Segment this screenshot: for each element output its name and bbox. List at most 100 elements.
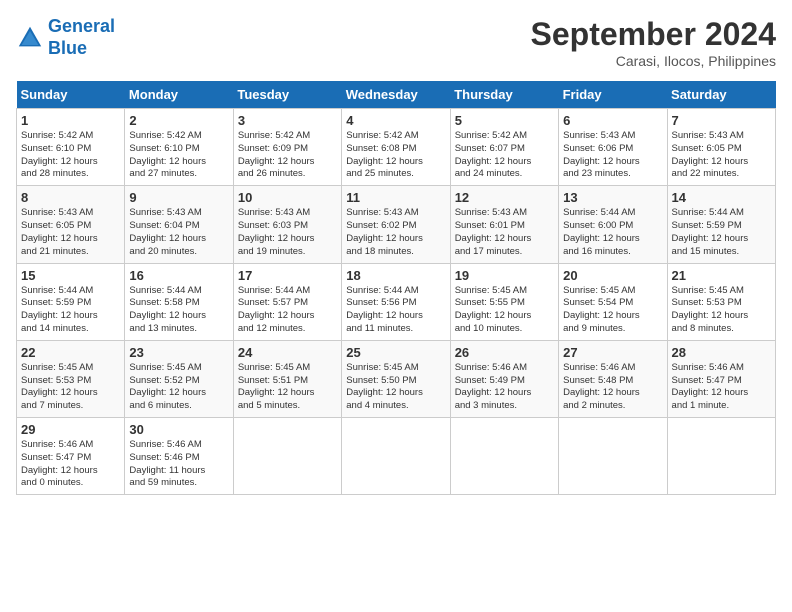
day-info: Sunrise: 5:42 AMSunset: 6:09 PMDaylight:… xyxy=(238,130,337,181)
header-monday: Monday xyxy=(125,81,233,109)
day-info: Sunrise: 5:46 AMSunset: 5:46 PMDaylight:… xyxy=(129,439,228,490)
day-info: Sunrise: 5:43 AMSunset: 6:02 PMDaylight:… xyxy=(346,207,445,258)
day-info: Sunrise: 5:45 AMSunset: 5:53 PMDaylight:… xyxy=(21,362,120,413)
day-info: Sunrise: 5:46 AMSunset: 5:47 PMDaylight:… xyxy=(672,362,771,413)
calendar-week-row: 1 Sunrise: 5:42 AMSunset: 6:10 PMDaylight… xyxy=(17,109,776,186)
location-subtitle: Carasi, Ilocos, Philippines xyxy=(531,53,776,69)
calendar-week-row: 8 Sunrise: 5:43 AMSunset: 6:05 PMDaylight… xyxy=(17,186,776,263)
header-saturday: Saturday xyxy=(667,81,775,109)
day-number: 19 xyxy=(455,268,554,283)
header-tuesday: Tuesday xyxy=(233,81,341,109)
day-number: 30 xyxy=(129,422,228,437)
day-info: Sunrise: 5:45 AMSunset: 5:53 PMDaylight:… xyxy=(672,285,771,336)
day-number: 12 xyxy=(455,190,554,205)
day-info: Sunrise: 5:43 AMSunset: 6:06 PMDaylight:… xyxy=(563,130,662,181)
month-title: September 2024 xyxy=(531,16,776,53)
day-number: 25 xyxy=(346,345,445,360)
day-info: Sunrise: 5:43 AMSunset: 6:05 PMDaylight:… xyxy=(21,207,120,258)
day-number: 4 xyxy=(346,113,445,128)
day-info: Sunrise: 5:43 AMSunset: 6:05 PMDaylight:… xyxy=(672,130,771,181)
day-info: Sunrise: 5:45 AMSunset: 5:50 PMDaylight:… xyxy=(346,362,445,413)
table-row: 22 Sunrise: 5:45 AMSunset: 5:53 PMDayligh… xyxy=(17,340,125,417)
calendar-week-row: 22 Sunrise: 5:45 AMSunset: 5:53 PMDayligh… xyxy=(17,340,776,417)
calendar-body: 1 Sunrise: 5:42 AMSunset: 6:10 PMDaylight… xyxy=(17,109,776,495)
table-row: 19 Sunrise: 5:45 AMSunset: 5:55 PMDayligh… xyxy=(450,263,558,340)
table-row xyxy=(450,418,558,495)
logo-line1: General xyxy=(48,16,115,36)
logo-icon xyxy=(16,24,44,52)
day-number: 22 xyxy=(21,345,120,360)
weekday-header-row: Sunday Monday Tuesday Wednesday Thursday… xyxy=(17,81,776,109)
day-info: Sunrise: 5:45 AMSunset: 5:55 PMDaylight:… xyxy=(455,285,554,336)
day-info: Sunrise: 5:44 AMSunset: 5:56 PMDaylight:… xyxy=(346,285,445,336)
day-info: Sunrise: 5:44 AMSunset: 5:59 PMDaylight:… xyxy=(21,285,120,336)
day-info: Sunrise: 5:45 AMSunset: 5:54 PMDaylight:… xyxy=(563,285,662,336)
day-number: 5 xyxy=(455,113,554,128)
calendar-table: Sunday Monday Tuesday Wednesday Thursday… xyxy=(16,81,776,495)
day-number: 16 xyxy=(129,268,228,283)
day-number: 27 xyxy=(563,345,662,360)
table-row: 30 Sunrise: 5:46 AMSunset: 5:46 PMDayligh… xyxy=(125,418,233,495)
day-number: 28 xyxy=(672,345,771,360)
day-number: 20 xyxy=(563,268,662,283)
page-header: General Blue September 2024 Carasi, Iloc… xyxy=(16,16,776,69)
table-row: 21 Sunrise: 5:45 AMSunset: 5:53 PMDayligh… xyxy=(667,263,775,340)
day-number: 11 xyxy=(346,190,445,205)
table-row: 12Sunrise: 5:43 AMSunset: 6:01 PMDayligh… xyxy=(450,186,558,263)
table-row: 3 Sunrise: 5:42 AMSunset: 6:09 PMDaylight… xyxy=(233,109,341,186)
day-number: 6 xyxy=(563,113,662,128)
day-info: Sunrise: 5:42 AMSunset: 6:07 PMDaylight:… xyxy=(455,130,554,181)
day-number: 21 xyxy=(672,268,771,283)
day-info: Sunrise: 5:44 AMSunset: 5:59 PMDaylight:… xyxy=(672,207,771,258)
day-info: Sunrise: 5:46 AMSunset: 5:49 PMDaylight:… xyxy=(455,362,554,413)
calendar-week-row: 15 Sunrise: 5:44 AMSunset: 5:59 PMDayligh… xyxy=(17,263,776,340)
day-info: Sunrise: 5:43 AMSunset: 6:03 PMDaylight:… xyxy=(238,207,337,258)
logo-line2: Blue xyxy=(48,38,87,58)
day-number: 15 xyxy=(21,268,120,283)
day-number: 2 xyxy=(129,113,228,128)
day-info: Sunrise: 5:42 AMSunset: 6:10 PMDaylight:… xyxy=(21,130,120,181)
day-number: 29 xyxy=(21,422,120,437)
header-wednesday: Wednesday xyxy=(342,81,450,109)
day-info: Sunrise: 5:42 AMSunset: 6:10 PMDaylight:… xyxy=(129,130,228,181)
day-number: 8 xyxy=(21,190,120,205)
day-info: Sunrise: 5:45 AMSunset: 5:51 PMDaylight:… xyxy=(238,362,337,413)
day-number: 1 xyxy=(21,113,120,128)
table-row: 9Sunrise: 5:43 AMSunset: 6:04 PMDaylight… xyxy=(125,186,233,263)
day-number: 14 xyxy=(672,190,771,205)
table-row: 18Sunrise: 5:44 AMSunset: 5:56 PMDayligh… xyxy=(342,263,450,340)
day-info: Sunrise: 5:44 AMSunset: 6:00 PMDaylight:… xyxy=(563,207,662,258)
table-row: 11 Sunrise: 5:43 AMSunset: 6:02 PMDayligh… xyxy=(342,186,450,263)
table-row: 16 Sunrise: 5:44 AMSunset: 5:58 PMDayligh… xyxy=(125,263,233,340)
day-info: Sunrise: 5:42 AMSunset: 6:08 PMDaylight:… xyxy=(346,130,445,181)
page-container: General Blue September 2024 Carasi, Iloc… xyxy=(0,0,792,503)
table-row: 27 Sunrise: 5:46 AMSunset: 5:48 PMDayligh… xyxy=(559,340,667,417)
table-row: 5 Sunrise: 5:42 AMSunset: 6:07 PMDaylight… xyxy=(450,109,558,186)
table-row: 13 Sunrise: 5:44 AMSunset: 6:00 PMDayligh… xyxy=(559,186,667,263)
table-row xyxy=(667,418,775,495)
title-section: September 2024 Carasi, Ilocos, Philippin… xyxy=(531,16,776,69)
table-row: 20 Sunrise: 5:45 AMSunset: 5:54 PMDayligh… xyxy=(559,263,667,340)
table-row: 10 Sunrise: 5:43 AMSunset: 6:03 PMDayligh… xyxy=(233,186,341,263)
day-number: 13 xyxy=(563,190,662,205)
table-row xyxy=(342,418,450,495)
day-info: Sunrise: 5:44 AMSunset: 5:58 PMDaylight:… xyxy=(129,285,228,336)
table-row: 7Sunrise: 5:43 AMSunset: 6:05 PMDaylight… xyxy=(667,109,775,186)
day-number: 3 xyxy=(238,113,337,128)
day-info: Sunrise: 5:45 AMSunset: 5:52 PMDaylight:… xyxy=(129,362,228,413)
table-row: 15 Sunrise: 5:44 AMSunset: 5:59 PMDayligh… xyxy=(17,263,125,340)
day-info: Sunrise: 5:44 AMSunset: 5:57 PMDaylight:… xyxy=(238,285,337,336)
header-thursday: Thursday xyxy=(450,81,558,109)
table-row: 6 Sunrise: 5:43 AMSunset: 6:06 PMDaylight… xyxy=(559,109,667,186)
table-row: 8 Sunrise: 5:43 AMSunset: 6:05 PMDaylight… xyxy=(17,186,125,263)
logo-text: General Blue xyxy=(48,16,115,59)
day-number: 10 xyxy=(238,190,337,205)
day-info: Sunrise: 5:46 AMSunset: 5:47 PMDaylight:… xyxy=(21,439,120,490)
table-row: 23Sunrise: 5:45 AMSunset: 5:52 PMDayligh… xyxy=(125,340,233,417)
calendar-week-row: 29 Sunrise: 5:46 AMSunset: 5:47 PMDayligh… xyxy=(17,418,776,495)
day-info: Sunrise: 5:46 AMSunset: 5:48 PMDaylight:… xyxy=(563,362,662,413)
day-number: 26 xyxy=(455,345,554,360)
table-row: 28 Sunrise: 5:46 AMSunset: 5:47 PMDayligh… xyxy=(667,340,775,417)
table-row: 14 Sunrise: 5:44 AMSunset: 5:59 PMDayligh… xyxy=(667,186,775,263)
table-row xyxy=(559,418,667,495)
